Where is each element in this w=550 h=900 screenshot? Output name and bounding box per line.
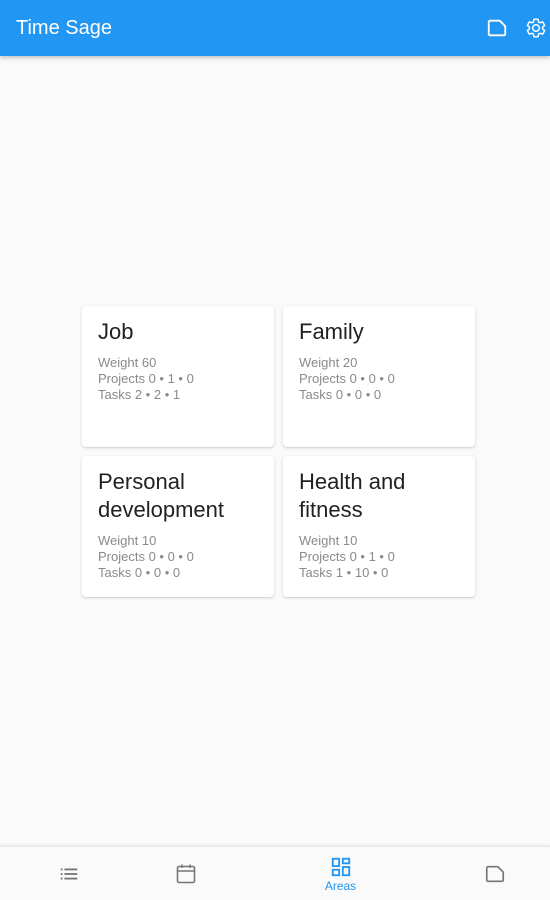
area-tasks: Tasks 0 • 0 • 0 — [299, 387, 382, 402]
area-name: Health and fitness — [299, 469, 406, 522]
area-projects: Projects 0 • 0 • 0 — [299, 371, 395, 386]
nav-item-calendar[interactable] — [117, 847, 254, 900]
area-card-health-and-fitness[interactable]: Health and fitness Weight 10 Projects 0 … — [283, 456, 475, 597]
area-projects: Projects 0 • 1 • 0 — [299, 549, 395, 564]
nav-label-areas: Areas — [324, 878, 357, 893]
tags-button[interactable] — [483, 14, 511, 42]
area-weight: Weight 10 — [299, 533, 358, 548]
tag-icon — [487, 19, 507, 37]
app-screen: Time Sage Job Weight 60 Projects 0 • 1 •… — [0, 0, 550, 900]
areas-grid: Job Weight 60 Projects 0 • 1 • 0 Tasks 2… — [82, 306, 476, 597]
areas-icon — [331, 857, 350, 876]
nav-item-areas[interactable]: Areas — [272, 847, 409, 900]
area-tasks: Tasks 1 • 10 • 0 — [299, 565, 389, 580]
area-name: Family — [299, 319, 364, 344]
area-name: Job — [98, 319, 134, 344]
area-name: Personal development — [98, 469, 224, 522]
app-bar: Time Sage — [0, 0, 550, 56]
area-weight: Weight 10 — [98, 533, 157, 548]
area-tasks: Tasks 2 • 2 • 1 — [98, 387, 181, 402]
area-projects: Projects 0 • 1 • 0 — [98, 371, 194, 386]
app-title: Time Sage — [16, 17, 112, 39]
area-weight: Weight 20 — [299, 355, 358, 370]
area-projects: Projects 0 • 0 • 0 — [98, 549, 194, 564]
calendar-icon — [176, 864, 195, 884]
tag-icon — [485, 865, 504, 883]
settings-icon — [526, 18, 546, 38]
area-card-family[interactable]: Family Weight 20 Projects 0 • 0 • 0 Task… — [283, 306, 475, 447]
area-card-personal-development[interactable]: Personal development Weight 10 Projects … — [82, 456, 274, 597]
area-card-job[interactable]: Job Weight 60 Projects 0 • 1 • 0 Tasks 2… — [82, 306, 274, 447]
area-weight: Weight 60 — [98, 355, 157, 370]
area-tasks: Tasks 0 • 0 • 0 — [98, 565, 181, 580]
nav-item-tags[interactable] — [426, 847, 550, 900]
list-icon — [60, 868, 77, 880]
bottom-navigation: Areas — [0, 846, 550, 900]
settings-button[interactable] — [522, 14, 550, 42]
